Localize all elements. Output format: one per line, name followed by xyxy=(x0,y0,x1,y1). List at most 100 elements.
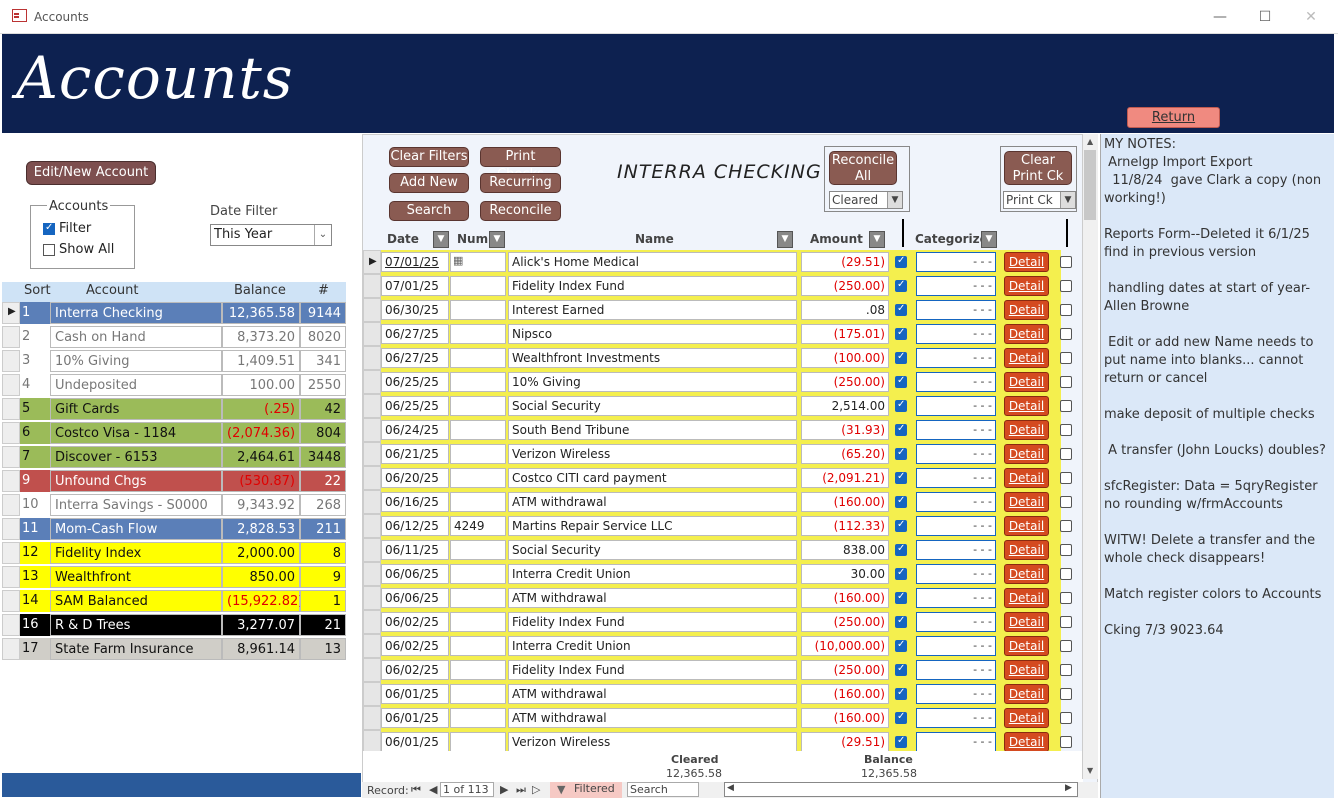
name-filter-dropdown-icon[interactable]: ▼ xyxy=(777,231,793,248)
detail-button[interactable]: Detail xyxy=(1004,492,1049,512)
account-row[interactable]: 3 10% Giving 1,409.51 341 xyxy=(2,350,346,372)
register-row[interactable]: 06/01/25 ATM withdrawal(160.00) - - - Detai… xyxy=(363,682,1079,706)
account-row[interactable]: 11 Mom-Cash Flow 2,828.53 211 xyxy=(2,518,346,540)
txn-date[interactable]: 06/02/25 xyxy=(381,660,449,680)
categorize-field[interactable]: - - - xyxy=(916,612,996,632)
reconcile-all-button[interactable]: Reconcile All xyxy=(829,151,897,185)
txn-date[interactable]: 07/01/25 xyxy=(381,252,449,272)
register-row[interactable]: 06/20/25 Costco CITI card payment (2,091.2… xyxy=(363,466,1079,490)
txn-num[interactable]: 4249 xyxy=(450,516,506,536)
txn-name[interactable]: ATM withdrawal xyxy=(508,708,797,728)
print-checkbox[interactable] xyxy=(1060,712,1072,724)
txn-date[interactable]: 06/20/25 xyxy=(381,468,449,488)
reconcile-button[interactable]: Reconcile xyxy=(480,201,561,221)
txn-num[interactable] xyxy=(450,732,506,752)
txn-name[interactable]: Wealthfront Investments xyxy=(508,348,797,368)
txn-date[interactable]: 06/27/25 xyxy=(381,324,449,344)
register-row[interactable]: 06/21/25 Verizon Wireless(65.20) - - - Deta… xyxy=(363,442,1079,466)
txn-date[interactable]: 06/02/25 xyxy=(381,612,449,632)
txn-amount[interactable]: .08 xyxy=(801,300,889,320)
txn-num[interactable] xyxy=(450,348,506,368)
detail-button[interactable]: Detail xyxy=(1004,348,1049,368)
date-filter-dropdown-icon[interactable]: ▼ xyxy=(433,231,449,248)
register-row[interactable]: 06/01/25 ATM withdrawal(160.00) - - - Detai… xyxy=(363,706,1079,730)
detail-button[interactable]: Detail xyxy=(1004,564,1049,584)
cleared-checkbox[interactable] xyxy=(895,255,907,268)
register-row[interactable]: 06/02/25 Fidelity Index Fund(250.00) - - -… xyxy=(363,610,1079,634)
txn-num[interactable] xyxy=(450,708,506,728)
txn-name[interactable]: Martins Repair Service LLC xyxy=(508,516,797,536)
txn-amount[interactable]: (160.00) xyxy=(801,684,889,704)
txn-num[interactable] xyxy=(450,420,506,440)
record-selector[interactable] xyxy=(363,610,381,634)
txn-name[interactable]: Fidelity Index Fund xyxy=(508,276,797,296)
txn-amount[interactable]: (2,091.21) xyxy=(801,468,889,488)
record-selector[interactable] xyxy=(2,590,20,612)
categorize-field[interactable]: - - - xyxy=(916,252,996,272)
register-vertical-scrollbar[interactable]: ▲ ▼ xyxy=(1082,134,1098,779)
txn-name[interactable]: South Bend Tribune xyxy=(508,420,797,440)
txn-amount[interactable]: 2,514.00 xyxy=(801,396,889,416)
txn-date[interactable]: 06/30/25 xyxy=(381,300,449,320)
cleared-checkbox[interactable] xyxy=(895,423,907,436)
txn-amount[interactable]: (65.20) xyxy=(801,444,889,464)
txn-date[interactable]: 06/02/25 xyxy=(381,636,449,656)
scroll-up-icon[interactable]: ▲ xyxy=(1087,137,1093,146)
cleared-checkbox[interactable] xyxy=(895,711,907,724)
txn-amount[interactable]: (29.51) xyxy=(801,732,889,752)
num-filter-dropdown-icon[interactable]: ▼ xyxy=(489,231,505,248)
txn-date[interactable]: 06/25/25 xyxy=(381,396,449,416)
filter-checkbox[interactable] xyxy=(43,222,55,235)
txn-num[interactable] xyxy=(450,324,506,344)
detail-button[interactable]: Detail xyxy=(1004,636,1049,656)
txn-amount[interactable]: (10,000.00) xyxy=(801,636,889,656)
detail-button[interactable]: Detail xyxy=(1004,420,1049,440)
show-all-checkbox[interactable] xyxy=(43,244,55,256)
record-selector[interactable] xyxy=(363,346,381,370)
account-name[interactable]: SAM Balanced xyxy=(50,590,222,612)
detail-button[interactable]: Detail xyxy=(1004,300,1049,320)
detail-button[interactable]: Detail xyxy=(1004,684,1049,704)
search-box[interactable]: Search xyxy=(627,782,699,797)
print-checkbox[interactable] xyxy=(1060,280,1072,292)
account-name[interactable]: Discover - 6153 xyxy=(50,446,222,468)
print-checkbox[interactable] xyxy=(1060,520,1072,532)
categorize-field[interactable]: - - - xyxy=(916,420,996,440)
categorize-field[interactable]: - - - xyxy=(916,300,996,320)
txn-num[interactable] xyxy=(450,636,506,656)
account-name[interactable]: Gift Cards xyxy=(50,398,222,420)
txn-amount[interactable]: (112.33) xyxy=(801,516,889,536)
categorize-filter-dropdown-icon[interactable]: ▼ xyxy=(981,231,997,248)
record-selector[interactable] xyxy=(2,638,20,660)
txn-date[interactable]: 06/01/25 xyxy=(381,732,449,752)
print-checkbox[interactable] xyxy=(1060,352,1072,364)
categorize-field[interactable]: - - - xyxy=(916,636,996,656)
txn-name[interactable]: Social Security xyxy=(508,396,797,416)
print-checkbox[interactable] xyxy=(1060,448,1072,460)
txn-amount[interactable]: (100.00) xyxy=(801,348,889,368)
record-selector[interactable] xyxy=(363,466,381,490)
account-name[interactable]: 10% Giving xyxy=(50,350,222,372)
record-selector[interactable] xyxy=(363,418,381,442)
register-row[interactable]: 06/27/25 Wealthfront Investments(100.00) -… xyxy=(363,346,1079,370)
record-selector[interactable] xyxy=(363,490,381,514)
detail-button[interactable]: Detail xyxy=(1004,468,1049,488)
last-record-icon[interactable]: ⏭ xyxy=(516,783,526,797)
account-row[interactable]: 13 Wealthfront 850.00 9 xyxy=(2,566,346,588)
notes-panel[interactable]: MY NOTES: Arnelgp Import Export 11/8/24 … xyxy=(1100,134,1334,798)
categorize-field[interactable]: - - - xyxy=(916,444,996,464)
print-checkbox[interactable] xyxy=(1060,688,1072,700)
txn-date[interactable]: 06/21/25 xyxy=(381,444,449,464)
txn-num[interactable] xyxy=(450,468,506,488)
txn-amount[interactable]: (250.00) xyxy=(801,372,889,392)
account-row[interactable]: 5 Gift Cards (.25) 42 xyxy=(2,398,346,420)
account-name[interactable]: Wealthfront xyxy=(50,566,222,588)
txn-amount[interactable]: 838.00 xyxy=(801,540,889,560)
return-button[interactable]: Return xyxy=(1127,107,1220,128)
record-selector[interactable] xyxy=(2,470,20,492)
print-checkbox[interactable] xyxy=(1060,400,1072,412)
search-button[interactable]: Search xyxy=(389,201,469,221)
txn-num[interactable] xyxy=(450,588,506,608)
txn-date[interactable]: 06/11/25 xyxy=(381,540,449,560)
record-selector[interactable] xyxy=(2,374,20,396)
